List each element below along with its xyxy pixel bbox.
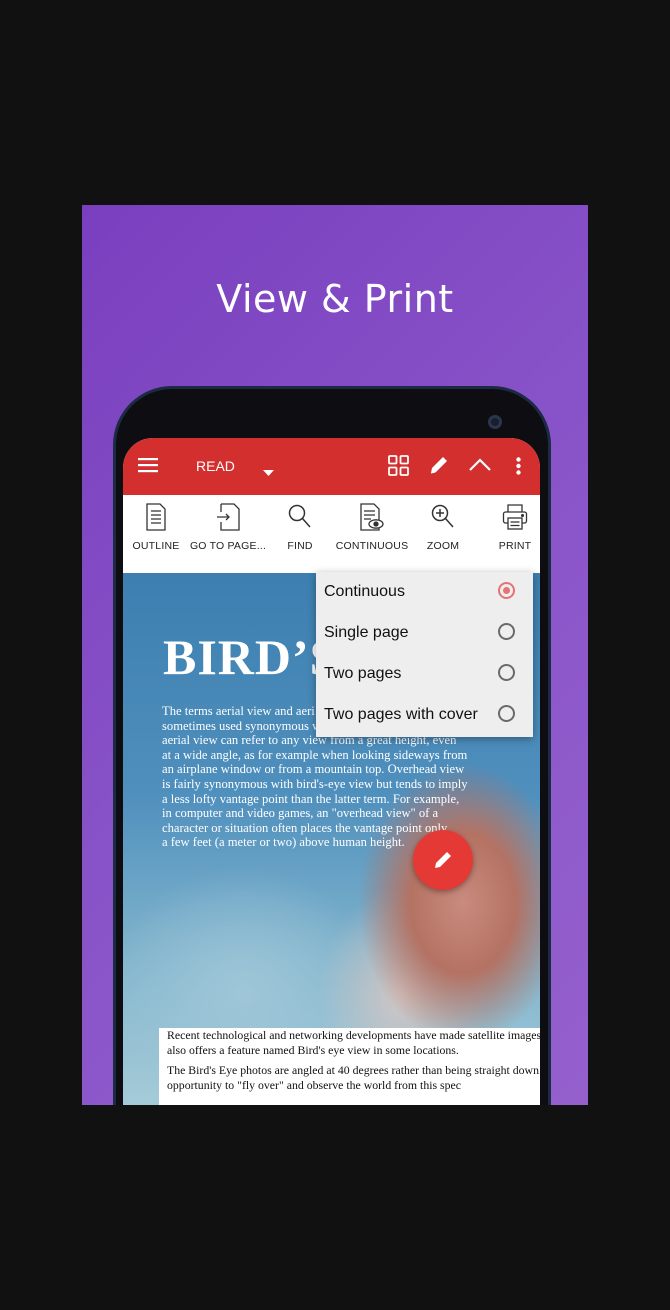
menu-icon[interactable] [138, 457, 158, 478]
menu-item-label: Two pages with cover [324, 706, 478, 723]
menu-item-single-page[interactable]: Single page [316, 613, 533, 654]
radio-unselected-icon[interactable] [498, 705, 515, 722]
body-line: is fairly synonymous with bird's-eye vie… [162, 776, 468, 791]
menu-item-continuous[interactable]: Continuous [316, 572, 533, 613]
more-vertical-icon[interactable] [516, 457, 521, 480]
zoom-label: ZOOM [426, 540, 460, 552]
print-button[interactable]: PRINT [475, 503, 540, 552]
search-icon [288, 504, 311, 528]
camera-icon [488, 415, 502, 429]
continuous-label: CONTINUOUS [335, 540, 409, 552]
menu-item-label: Single page [324, 624, 409, 641]
body-line: at a wide angle, as for example when loo… [162, 747, 468, 762]
zoom-button[interactable]: ZOOM [403, 503, 483, 552]
app-bar: READ [123, 438, 540, 495]
view-mode-menu: Continuous Single page Two pages Two pag… [316, 572, 533, 737]
reader-toolbar: OUTLINE GO TO PAGE... FIND CONTINUOUS ZO… [123, 495, 540, 574]
find-button[interactable]: FIND [260, 503, 340, 552]
panel-line: opportunity to "fly over" and observe th… [167, 1077, 462, 1092]
continuous-view-icon [360, 503, 384, 531]
menu-item-two-pages[interactable]: Two pages [316, 654, 533, 695]
radio-unselected-icon[interactable] [498, 664, 515, 681]
continuous-button[interactable]: CONTINUOUS [332, 503, 412, 552]
body-line: in computer and video games, an "overhea… [162, 806, 439, 821]
panel-line: also offers a feature named Bird's eye v… [167, 1042, 459, 1057]
pencil-icon [435, 852, 451, 868]
panel-line: Recent technological and networking deve… [167, 1028, 540, 1042]
mode-label[interactable]: READ [196, 458, 235, 474]
panel-paragraph: The Bird's Eye photos are angled at 40 d… [159, 1063, 540, 1092]
phone-screen: READ OUTLINE GO TO PAGE... FIND CONTINUO… [123, 438, 540, 1105]
outline-button[interactable]: OUTLINE [123, 503, 196, 552]
zoom-icon [431, 504, 454, 528]
radio-unselected-icon[interactable] [498, 623, 515, 640]
pencil-icon[interactable] [428, 454, 450, 481]
print-label: PRINT [498, 540, 532, 552]
body-line: an airplane window or from a mountain to… [162, 762, 465, 777]
dropdown-arrow-icon[interactable] [263, 463, 274, 481]
banner-title: View & Print [216, 277, 454, 321]
body-line: a less lofty vantage point than the latt… [162, 791, 460, 806]
go-to-page-label: GO TO PAGE... [189, 540, 267, 552]
find-label: FIND [287, 540, 313, 552]
menu-item-label: Continuous [324, 583, 405, 600]
menu-item-two-pages-with-cover[interactable]: Two pages with cover [316, 695, 533, 736]
promo-banner: View & Print READ OUTLINE GO TO PAGE... … [82, 205, 588, 1105]
radio-selected-icon[interactable] [498, 582, 515, 599]
edit-fab[interactable] [413, 830, 473, 890]
grid-icon[interactable] [388, 455, 409, 481]
panel-line: The Bird's Eye photos are angled at 40 d… [167, 1063, 540, 1078]
panel-paragraph: Recent technological and networking deve… [159, 1028, 540, 1057]
print-icon [502, 504, 528, 530]
document-text-panel: Recent technological and networking deve… [159, 1028, 540, 1105]
go-to-page-button[interactable]: GO TO PAGE... [188, 503, 268, 552]
outline-label: OUTLINE [132, 540, 180, 552]
chevron-up-icon[interactable] [469, 458, 491, 476]
menu-item-label: Two pages [324, 665, 402, 682]
document-headline: BIRD’S [163, 629, 339, 685]
outline-icon [146, 503, 166, 531]
go-to-page-icon [217, 503, 240, 531]
